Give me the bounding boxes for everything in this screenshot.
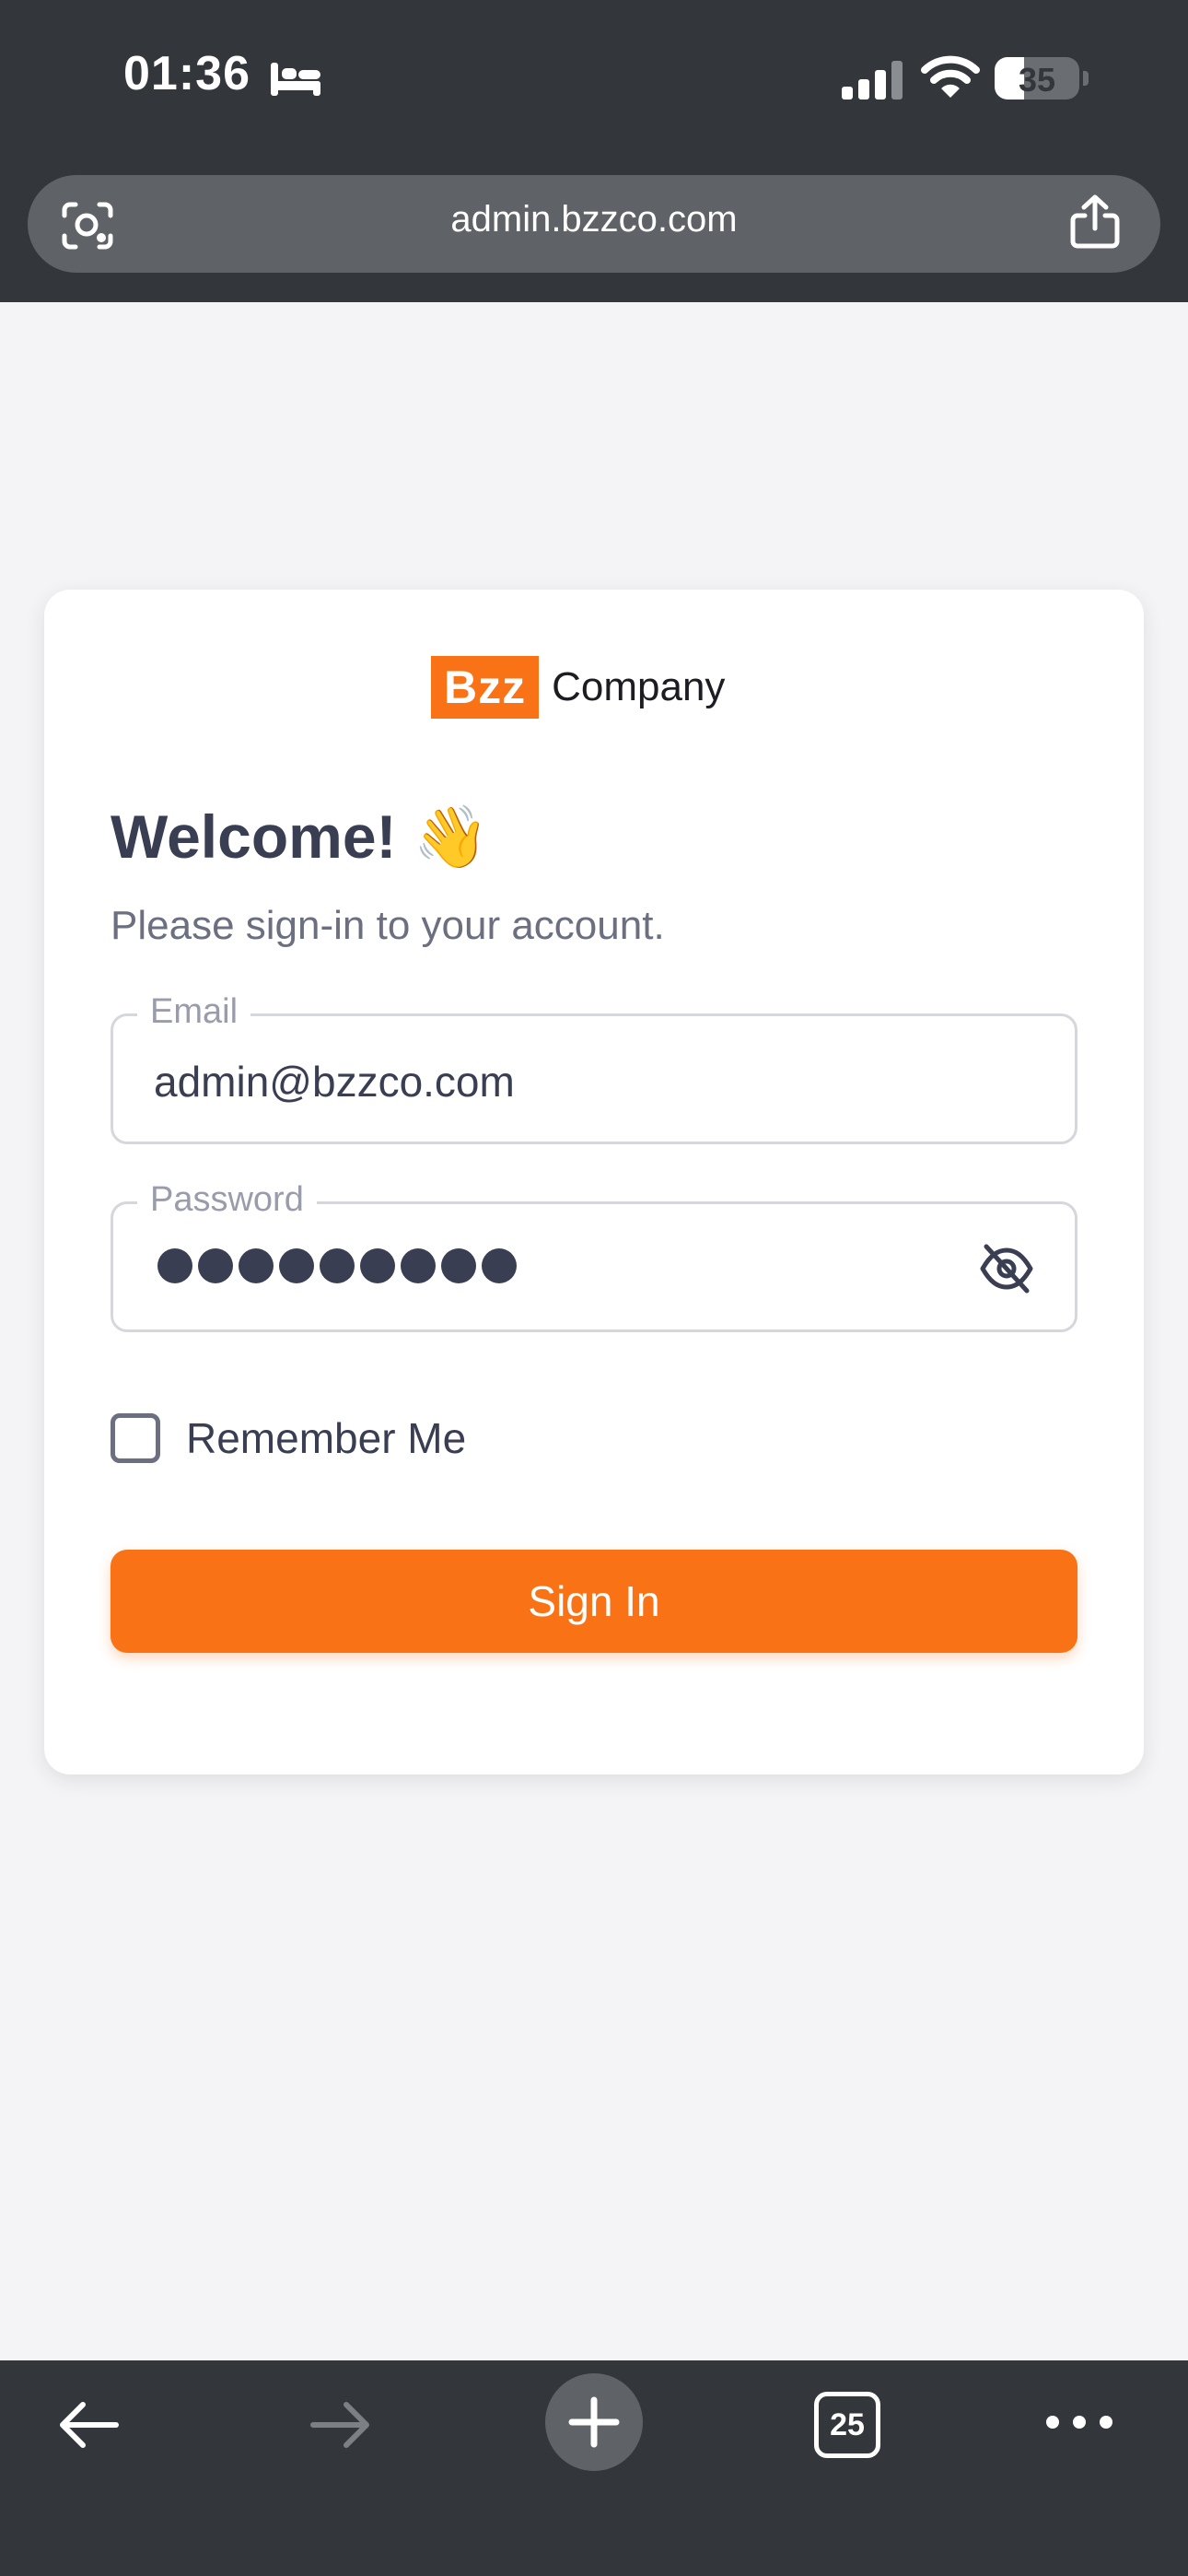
password-mask-dot — [239, 1248, 274, 1283]
status-time: 01:36 — [123, 47, 250, 100]
battery-icon: 35 — [995, 57, 1079, 100]
password-mask-dot — [157, 1248, 192, 1283]
more-icon[interactable] — [1044, 2408, 1114, 2436]
remember-me[interactable]: Remember Me — [111, 1413, 466, 1463]
remember-me-checkbox[interactable] — [111, 1413, 160, 1463]
cellular-signal-icon — [842, 61, 903, 100]
url-text[interactable]: admin.bzzco.com — [0, 199, 1188, 240]
password-mask-dot — [482, 1248, 517, 1283]
email-field[interactable]: Email admin@bzzco.com — [111, 992, 1077, 1144]
password-value[interactable] — [157, 1248, 517, 1283]
signin-subtitle: Please sign-in to your account. — [111, 903, 665, 948]
password-field[interactable]: Password — [111, 1180, 1077, 1332]
welcome-heading: Welcome! 👋 — [111, 802, 490, 871]
bed-icon — [271, 63, 320, 96]
back-arrow-icon[interactable] — [55, 2397, 122, 2453]
password-mask-dot — [320, 1248, 355, 1283]
company-logo: Bzz Company — [431, 656, 725, 719]
battery-level: 35 — [1018, 61, 1056, 99]
new-tab-button[interactable] — [545, 2373, 643, 2471]
password-label: Password — [137, 1180, 317, 1220]
email-label: Email — [137, 992, 251, 1032]
password-mask-dot — [360, 1248, 395, 1283]
wifi-icon — [921, 55, 980, 98]
logo-mark: Bzz — [431, 656, 540, 719]
logo-text: Company — [552, 664, 726, 709]
remember-me-label[interactable]: Remember Me — [186, 1413, 466, 1463]
tab-switcher-button[interactable]: 25 — [814, 2392, 880, 2458]
email-value[interactable]: admin@bzzco.com — [154, 1057, 515, 1107]
password-mask-dot — [401, 1248, 436, 1283]
password-mask-dot — [441, 1248, 476, 1283]
eye-off-icon[interactable] — [979, 1241, 1034, 1296]
plus-icon — [568, 2396, 620, 2448]
password-mask-dot — [279, 1248, 314, 1283]
forward-arrow-icon[interactable] — [308, 2397, 374, 2453]
battery-cap — [1083, 71, 1089, 86]
sign-in-button[interactable]: Sign In — [111, 1550, 1077, 1653]
password-mask-dot — [198, 1248, 233, 1283]
share-icon[interactable] — [1068, 193, 1122, 251]
